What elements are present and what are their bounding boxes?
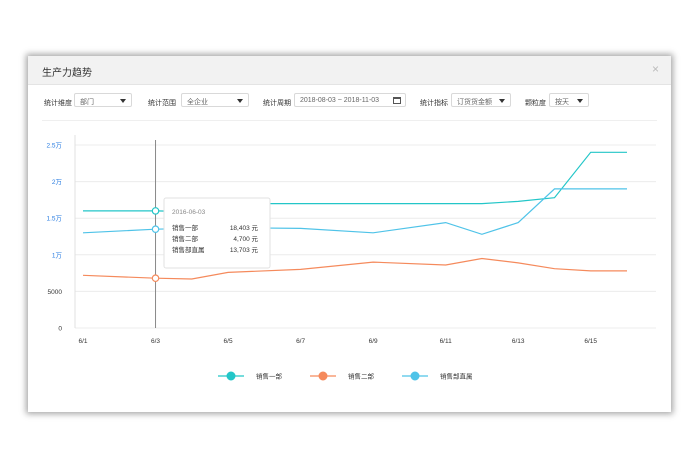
y-tick-label: 5000 (48, 289, 63, 296)
tooltip-series-name: 销售部直属 (172, 245, 205, 254)
x-tick-label: 6/5 (224, 338, 233, 345)
y-tick-label: 2.5万 (46, 142, 62, 150)
legend-label: 销售二部 (348, 372, 375, 381)
y-tick-label: 0 (58, 326, 62, 333)
tooltip-date: 2016-06-03 (172, 209, 206, 216)
x-tick-label: 6/1 (78, 338, 87, 345)
x-tick-label: 6/13 (512, 338, 525, 345)
tooltip-series-value: 4,700 元 (233, 235, 258, 243)
y-tick-label: 2万 (52, 178, 63, 186)
y-tick-label: 1.5万 (46, 215, 62, 223)
y-tick-label: 1万 (52, 251, 63, 259)
data-point (151, 207, 160, 215)
trend-dialog: 生产力趋势 × 统计维度 部门 统计范围 全企业 统计周期 2018-08-03… (28, 56, 671, 412)
tooltip-series-name: 销售二部 (172, 234, 199, 243)
x-tick-label: 6/7 (296, 338, 305, 345)
tooltip-series-name: 销售一部 (172, 223, 199, 232)
x-tick-label: 6/9 (369, 338, 378, 345)
legend-marker (318, 371, 328, 381)
x-tick-label: 6/15 (584, 338, 597, 345)
x-tick-label: 6/3 (151, 338, 160, 345)
data-point (151, 225, 160, 233)
tooltip-series-value: 18,403 元 (230, 224, 259, 232)
legend-marker (226, 371, 236, 381)
legend-label: 销售一部 (256, 372, 283, 381)
legend-marker (410, 371, 420, 381)
trend-chart: 0 5000 1万 1.5万 2万 2.5万 6/1 6/3 6/5 6/7 6/9 6/11 6/13… (46, 135, 656, 381)
data-point (151, 274, 160, 283)
x-tick-label: 6/11 (440, 338, 453, 345)
tooltip-series-value: 13,703 元 (230, 246, 259, 254)
legend-label: 销售部直属 (440, 372, 473, 381)
